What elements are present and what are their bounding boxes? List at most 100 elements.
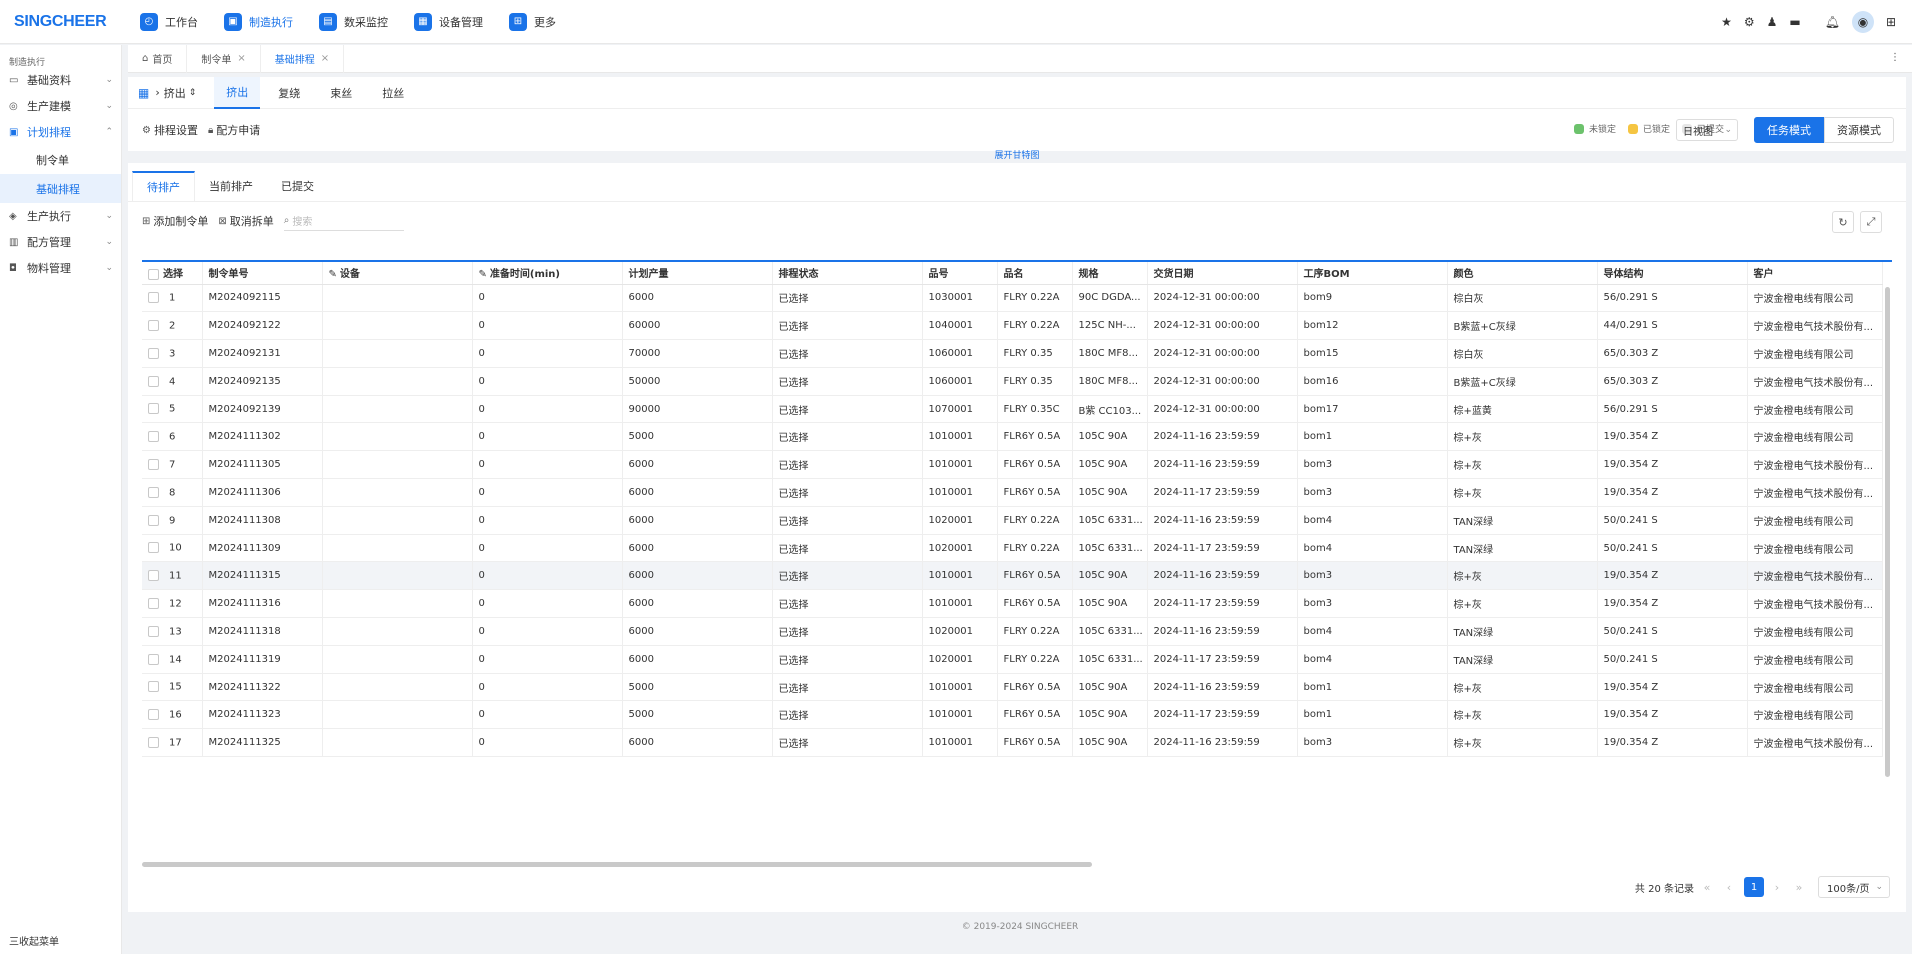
next-page-icon[interactable]: › xyxy=(1768,877,1786,897)
table-row[interactable]: 17 M2024111325 0 6000 已选择 1010001 FLR6Y 0.5A 10… xyxy=(142,728,1883,758)
table-cell[interactable]: 14 xyxy=(142,645,203,674)
table-cell[interactable]: 10 xyxy=(142,534,203,563)
table-cell[interactable]: 2 xyxy=(142,311,203,341)
sidebar-subitem-order[interactable]: 制令单 xyxy=(0,145,121,174)
sidebar-subitem-basic-schedule[interactable]: 基础排程 xyxy=(0,174,121,203)
close-icon[interactable]: × xyxy=(321,53,329,64)
search-input[interactable]: ⌕ 搜索 xyxy=(283,211,404,231)
row-checkbox[interactable] xyxy=(148,431,159,443)
nav-monitor[interactable]: ▤ 数采监控 xyxy=(319,12,388,31)
process-tab-rewind[interactable]: 复绕 xyxy=(266,77,312,109)
row-checkbox[interactable] xyxy=(148,709,159,721)
table-cell[interactable]: 4 xyxy=(142,367,203,396)
tab-pending[interactable]: 待排产 xyxy=(132,171,195,201)
table-cell[interactable]: 17 xyxy=(142,728,203,758)
refresh-icon[interactable]: ↻ xyxy=(1832,211,1854,233)
table-cell[interactable]: 15 xyxy=(142,673,203,702)
settings-icon[interactable]: ⚙ xyxy=(1744,15,1755,29)
row-checkbox[interactable] xyxy=(148,681,159,693)
row-checkbox[interactable] xyxy=(148,597,159,609)
row-checkbox[interactable] xyxy=(148,486,159,498)
table-row[interactable]: 7 M2024111305 0 6000 已选择 1010001 FLR6Y 0.5A 105… xyxy=(142,450,1883,480)
close-icon[interactable]: × xyxy=(237,53,245,64)
cancel-split-button[interactable]: ⊠ 取消拆单 xyxy=(218,213,273,229)
star-icon[interactable]: ★ xyxy=(1721,15,1732,29)
vertical-scrollbar[interactable] xyxy=(1885,287,1890,777)
sidebar-item-scheduling[interactable]: ▣ 计划排程 ⌃ xyxy=(0,119,121,145)
row-checkbox[interactable] xyxy=(148,375,159,387)
row-checkbox[interactable] xyxy=(148,347,159,359)
user-icon[interactable]: ♟ xyxy=(1767,15,1778,29)
table-row[interactable]: 6 M2024111302 0 5000 已选择 1010001 FLR6Y 0.5A 105… xyxy=(142,422,1883,452)
row-checkbox[interactable] xyxy=(148,570,159,582)
app-logo[interactable]: SINGCHEER xyxy=(0,13,122,31)
table-row[interactable]: 11 M2024111315 0 6000 已选择 1010001 FLR6Y 0.5A 10… xyxy=(142,561,1883,591)
horizontal-scrollbar[interactable] xyxy=(142,862,1092,867)
table-cell[interactable]: 16 xyxy=(142,700,203,730)
table-row[interactable]: 4 M2024092135 0 50000 已选择 1060001 FLRY 0.35 180… xyxy=(142,367,1883,396)
nav-manufacturing[interactable]: ▣ 制造执行 xyxy=(224,12,293,31)
current-page[interactable]: 1 xyxy=(1744,877,1764,897)
page-size-select[interactable]: 100条/页 ⌄ xyxy=(1818,876,1890,898)
table-cell[interactable]: 7 xyxy=(142,450,203,480)
tab-current[interactable]: 当前排产 xyxy=(195,171,267,201)
row-checkbox[interactable] xyxy=(148,736,159,748)
bell-icon[interactable]: 🔔︎ xyxy=(1825,15,1840,29)
app-grid-icon[interactable]: ⊞ xyxy=(1886,15,1896,29)
table-row[interactable]: 3 M2024092131 0 70000 已选择 1060001 FLRY 0.35 180… xyxy=(142,339,1883,368)
sidebar-item-recipe[interactable]: ▥ 配方管理 ⌄ xyxy=(0,229,121,255)
table-cell[interactable]: 1 xyxy=(142,284,203,313)
sidebar-item-material[interactable]: ◘ 物料管理 ⌄ xyxy=(0,255,121,281)
task-mode-button[interactable]: 任务模式 xyxy=(1754,117,1824,143)
recipe-apply-button[interactable]: 🔒︎ 配方申请 xyxy=(208,122,260,138)
table-row[interactable]: 14 M2024111319 0 6000 已选择 1020001 FLRY 0.22A 10… xyxy=(142,645,1883,674)
tab-submitted[interactable]: 已提交 xyxy=(267,171,328,201)
row-checkbox[interactable] xyxy=(148,625,159,637)
process-selector[interactable]: ▦ › 挤出 ⇕ xyxy=(138,85,196,101)
table-cell[interactable]: 6 xyxy=(142,422,203,452)
nav-workbench[interactable]: ◴ 工作台 xyxy=(140,12,198,31)
table-row[interactable]: 2 M2024092122 0 60000 已选择 1040001 FLRY 0.22A 12… xyxy=(142,311,1883,341)
row-checkbox[interactable] xyxy=(148,292,159,304)
resource-mode-button[interactable]: 资源模式 xyxy=(1824,117,1894,143)
nav-more[interactable]: ⊞ 更多 xyxy=(509,12,556,31)
sidebar-item-modeling[interactable]: ◎ 生产建模 ⌄ xyxy=(0,93,121,119)
gantt-toggle[interactable]: 展开甘特图 xyxy=(128,151,1906,163)
table-row[interactable]: 8 M2024111306 0 6000 已选择 1010001 FLR6Y 0.5A 105… xyxy=(142,478,1883,507)
first-page-icon[interactable]: « xyxy=(1698,877,1716,897)
row-checkbox[interactable] xyxy=(148,514,159,526)
table-cell[interactable]: 11 xyxy=(142,561,203,591)
process-tab-bunching[interactable]: 束丝 xyxy=(318,77,364,109)
table-cell[interactable]: 9 xyxy=(142,506,203,535)
last-page-icon[interactable]: » xyxy=(1790,877,1808,897)
tab-basic-schedule[interactable]: 基础排程 × xyxy=(261,44,345,73)
sidebar-item-execution[interactable]: ◈ 生产执行 ⌄ xyxy=(0,203,121,229)
tab-order[interactable]: 制令单 × xyxy=(187,44,261,73)
col-select[interactable]: 选择 xyxy=(142,262,203,285)
table-row[interactable]: 13 M2024111318 0 6000 已选择 1020001 FLRY 0.22A 10… xyxy=(142,617,1883,646)
collapse-menu-button[interactable]: 三收起菜单 xyxy=(9,933,59,948)
table-row[interactable]: 5 M2024092139 0 90000 已选择 1070001 FLRY 0.35C B紫… xyxy=(142,395,1883,424)
table-row[interactable]: 12 M2024111316 0 6000 已选择 1010001 FLR6Y 0.5A 10… xyxy=(142,589,1883,619)
nav-equipment[interactable]: ▦ 设备管理 xyxy=(414,12,483,31)
table-row[interactable]: 15 M2024111322 0 5000 已选择 1010001 FLR6Y 0.5A 10… xyxy=(142,673,1883,702)
table-cell[interactable]: 5 xyxy=(142,395,203,424)
process-tab-drawing[interactable]: 拉丝 xyxy=(370,77,416,109)
row-checkbox[interactable] xyxy=(148,458,159,470)
table-cell[interactable]: 8 xyxy=(142,478,203,507)
table-row[interactable]: 1 M2024092115 0 6000 已选择 1030001 FLRY 0.22A 90C… xyxy=(142,284,1883,313)
select-all-checkbox[interactable] xyxy=(148,268,159,280)
row-checkbox[interactable] xyxy=(148,653,159,665)
fullscreen-icon[interactable]: ⤢ xyxy=(1860,211,1882,233)
schedule-settings-button[interactable]: ⚙ 排程设置 xyxy=(142,122,198,138)
row-checkbox[interactable] xyxy=(148,319,159,331)
table-cell[interactable]: 13 xyxy=(142,617,203,646)
row-checkbox[interactable] xyxy=(148,542,159,554)
table-cell[interactable]: 3 xyxy=(142,339,203,368)
process-tab-extrusion[interactable]: 挤出 xyxy=(214,76,261,109)
table-row[interactable]: 9 M2024111308 0 6000 已选择 1020001 FLRY 0.22A 105… xyxy=(142,506,1883,535)
table-row[interactable]: 10 M2024111309 0 6000 已选择 1020001 FLRY 0.22A 10… xyxy=(142,534,1883,563)
sidebar-item-basic-data[interactable]: ▭ 基础资料 ⌄ xyxy=(0,67,121,93)
avatar[interactable]: ◉ xyxy=(1851,11,1874,33)
more-vertical-icon[interactable]: ⋮ xyxy=(1890,52,1900,63)
